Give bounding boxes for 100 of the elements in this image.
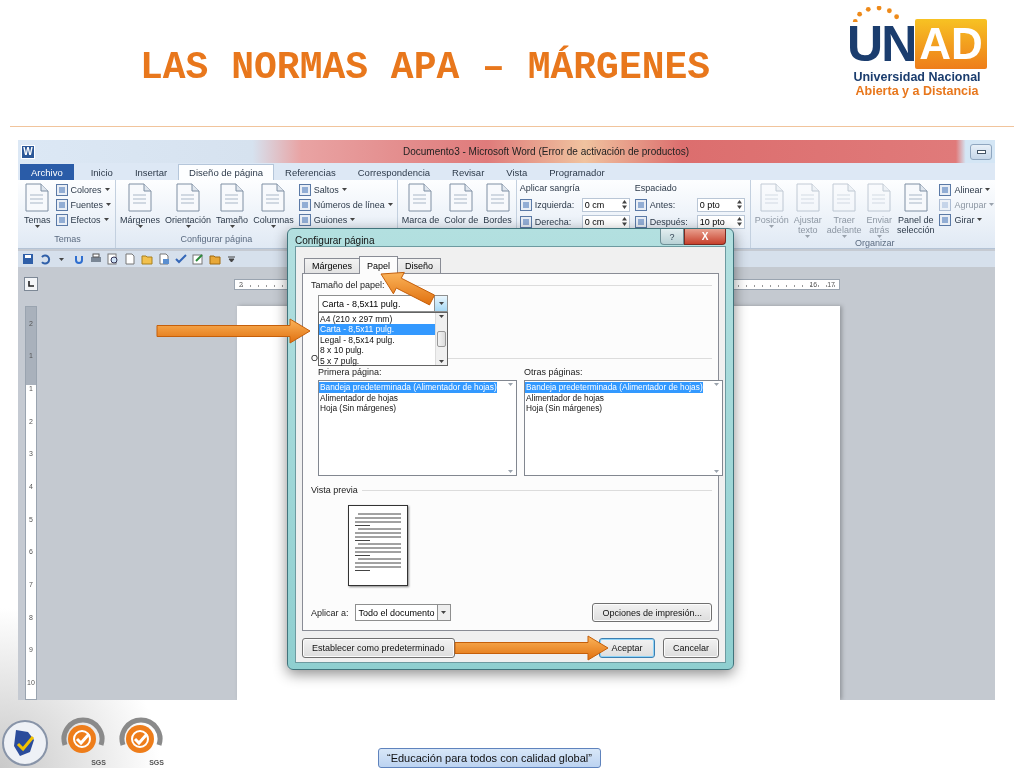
list-item[interactable]: Hoja (Sin márgenes) <box>525 403 603 414</box>
ribbon-button[interactable]: Alinear <box>938 183 995 196</box>
ribbon-button[interactable]: Marca de <box>400 183 441 225</box>
magnifier-button[interactable] <box>107 253 119 265</box>
dropdown-option[interactable]: 5 x 7 pulg. <box>319 355 435 366</box>
ribbon-button[interactable]: Girar <box>938 213 995 226</box>
spin-arrows-icon <box>736 200 742 209</box>
page-icon <box>25 183 50 212</box>
group-caption: Organizar <box>854 238 895 248</box>
page-icon <box>124 253 136 265</box>
scrollbar[interactable] <box>435 313 447 365</box>
page-button[interactable] <box>124 253 136 265</box>
caret-icon <box>226 253 238 265</box>
ribbon-button[interactable]: Márgenes <box>119 183 162 228</box>
redo-button[interactable] <box>73 253 85 265</box>
ribbon-tab[interactable]: Diseño de página <box>178 164 275 180</box>
page-button[interactable] <box>192 253 204 265</box>
group-caption: Configurar página <box>180 234 253 246</box>
dialog-button[interactable]: Establecer como predeterminado <box>302 638 455 658</box>
tile-icon <box>55 183 68 196</box>
page-button[interactable] <box>158 253 170 265</box>
list-item[interactable]: Hoja (Sin márgenes) <box>319 403 397 414</box>
ribbon-button[interactable]: Fuentes <box>54 198 113 211</box>
slide-title: LAS NORMAS APA – MÁRGENES <box>140 46 711 89</box>
ribbon-button[interactable]: Tamaño <box>215 183 250 228</box>
spin-field[interactable]: 10 pto <box>696 214 745 229</box>
folder-icon <box>141 253 153 265</box>
field-label: Antes: <box>649 199 677 210</box>
spin-arrows-icon <box>736 217 742 226</box>
page-icon <box>261 183 286 212</box>
page-icon <box>408 183 433 212</box>
ribbon-tab[interactable]: Archivo <box>20 164 74 180</box>
list-label: Otras páginas: <box>524 367 584 377</box>
check-button[interactable] <box>175 253 187 265</box>
help-button[interactable]: ? <box>660 229 684 245</box>
dialog-tab[interactable]: Papel <box>359 256 399 274</box>
dialog-button[interactable]: Cancelar <box>662 638 719 658</box>
folder-button[interactable] <box>141 253 153 265</box>
field-label: Aplicar a: <box>311 607 349 618</box>
printer-button[interactable] <box>90 253 102 265</box>
apply-to-dropdown[interactable]: Todo el documento <box>354 604 451 621</box>
caret-icon <box>507 383 513 386</box>
list-item[interactable]: Alimentador de hojas <box>525 392 604 403</box>
university-subtitle: Abierta y a Distancia <box>855 84 979 98</box>
tab-stop-button[interactable] <box>24 277 38 291</box>
dialog-tab[interactable]: Márgenes <box>304 258 361 273</box>
minimize-button[interactable] <box>970 143 992 160</box>
dropdown-option[interactable]: Legal - 8,5x14 pulg. <box>319 334 435 346</box>
app-icon[interactable]: W <box>21 144 35 159</box>
ribbon-tab[interactable]: Insertar <box>123 164 179 180</box>
ribbon-button[interactable]: Temas <box>23 183 52 228</box>
tile-icon <box>298 198 311 211</box>
ribbon-tab[interactable]: Programador <box>538 164 616 180</box>
ribbon-button[interactable]: Orientación <box>164 183 213 228</box>
field-label: Derecha: <box>534 216 573 227</box>
ribbon-tab[interactable]: Inicio <box>79 164 124 180</box>
ribbon-button[interactable]: Guiones <box>297 213 394 226</box>
paper-size-dropdown[interactable]: Carta - 8,5x11 pulg. <box>318 295 448 312</box>
caret-icon <box>439 315 444 318</box>
dropdown-option[interactable]: A4 (210 x 297 mm) <box>319 314 435 325</box>
dialog-tab[interactable]: Diseño <box>397 258 442 273</box>
list-item[interactable]: Alimentador de hojas <box>319 392 398 403</box>
section-label: Tamaño del papel: <box>311 280 385 290</box>
tile-icon <box>939 213 952 226</box>
university-name: Universidad Nacional <box>853 70 981 84</box>
page-icon <box>192 253 204 265</box>
ribbon-tab[interactable]: Revisar <box>441 164 496 180</box>
group-caption: Temas <box>54 234 81 246</box>
ribbon-button[interactable]: Panel de selección <box>895 183 936 235</box>
folder-button[interactable] <box>209 253 221 265</box>
ribbon-button[interactable]: Columnas <box>252 183 295 228</box>
dialog-button[interactable]: Aceptar <box>598 638 655 658</box>
ribbon-button[interactable]: Números de línea <box>297 198 394 211</box>
logo-wordmark: UNAD <box>847 18 987 70</box>
ribbon-button[interactable]: Efectos <box>54 213 113 226</box>
page-icon <box>128 183 153 212</box>
ribbon-button[interactable]: Color de <box>443 183 480 225</box>
ribbon-tab[interactable]: Vista <box>495 164 539 180</box>
check-icon <box>175 253 187 265</box>
seal-map-drawing <box>2 720 48 766</box>
ribbon-tab[interactable]: Correspondencia <box>346 164 442 180</box>
undo-button[interactable] <box>39 253 51 265</box>
spin-field[interactable]: 0 pto <box>696 197 745 212</box>
save-button[interactable] <box>22 253 34 265</box>
field-label: Izquierda: <box>534 199 576 210</box>
page-icon <box>759 183 784 212</box>
tile-icon <box>298 213 311 226</box>
caret-icon <box>441 611 447 614</box>
dropdown-option[interactable]: 8 x 10 pulg. <box>319 345 435 356</box>
ribbon-tab[interactable]: Referencias <box>274 164 347 180</box>
spin-field[interactable]: 0 cm <box>581 214 630 229</box>
spin-field[interactable]: 0 cm <box>581 197 630 212</box>
caret-button[interactable] <box>226 253 238 265</box>
tile-icon <box>519 215 532 228</box>
field-label: Después: <box>649 216 689 227</box>
ribbon-button[interactable]: Bordes <box>482 183 513 225</box>
ribbon-button[interactable]: Saltos <box>297 183 394 196</box>
ribbon-button[interactable]: Colores <box>54 183 113 196</box>
section-label: O <box>311 353 318 363</box>
print-options-button[interactable]: Opciones de impresión... <box>592 603 712 622</box>
